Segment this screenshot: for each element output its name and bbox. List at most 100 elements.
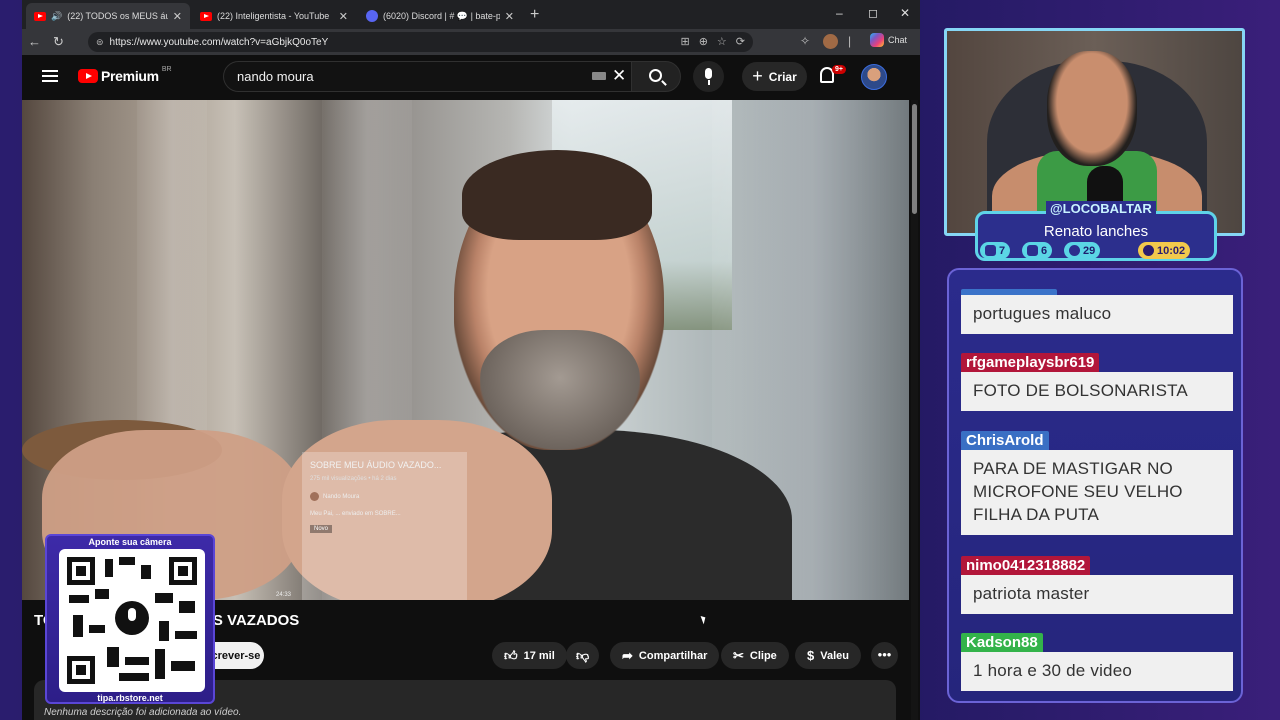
chat-username: nimo0412318882 [961,556,1091,575]
chat-message: nimo0412318882 patriota master [961,556,1233,614]
qr-module [119,557,135,565]
search-value: nando moura [237,69,314,84]
qr-module [89,625,105,633]
tab-title: (6020) Discord | # 💬 | bate-papo [383,10,500,21]
qr-module [179,601,195,613]
apps-icon[interactable]: ⊞ [680,35,689,48]
speaker-icon[interactable]: 🔊 [51,11,62,22]
qr-module [105,559,113,577]
youtube-logo[interactable]: Premium BR [78,65,172,84]
back-icon[interactable]: ← [28,34,41,49]
region-label: BR [161,65,172,73]
uptime: 10:02 [1157,244,1186,257]
close-icon[interactable]: ✕ [505,10,514,23]
thumbs-up-icon: 👍︎ [504,647,518,663]
like-count: 17 mil [523,649,555,662]
tab-youtube-audios[interactable]: 🔊 (22) TODOS os MEUS áudios ✕ [26,3,190,29]
keyboard-icon[interactable] [592,72,606,80]
create-button[interactable]: + Criar [742,62,807,91]
qr-finder [67,557,95,585]
stream-title: Renato lanches [1043,223,1149,240]
clip-button[interactable]: ✂ Clipe [721,642,789,669]
copilot-label: Chat [888,35,908,45]
youtube-icon [1027,245,1038,256]
page-scrollbar[interactable] [911,100,918,720]
clear-search-icon[interactable]: ✕ [612,66,626,86]
close-icon[interactable]: ✕ [339,10,348,23]
account-avatar[interactable] [861,64,887,90]
thanks-button[interactable]: $ Valeu [795,642,861,669]
copilot-icon [870,33,884,47]
chat-message: portugues maluco [961,289,1233,334]
qr-module [171,661,195,671]
chat-text: FOTO DE BOLSONARISTA [961,372,1233,411]
qr-finder [67,656,95,684]
favorite-star-icon[interactable]: ☆ [717,35,727,48]
profile-avatar[interactable] [823,34,838,49]
clock-icon [1143,245,1154,256]
chat-text: 1 hora e 30 de video [961,652,1233,691]
maximize-button[interactable]: ◻ [868,6,878,20]
qr-module [125,657,149,665]
like-button[interactable]: 👍︎ 17 mil [492,642,567,669]
description-text: Nenhuma descrição foi adicionada ao víde… [44,707,242,718]
chat-message: rfgameplaysbr619 FOTO DE BOLSONARISTA [961,353,1233,411]
extensions-icon[interactable]: ⟳ [736,35,745,48]
search-input[interactable]: nando moura [223,61,631,92]
scrollbar-thumb[interactable] [912,104,917,214]
puzzle-icon[interactable]: ✧ [800,34,810,48]
streamer-face [1047,51,1137,166]
close-icon[interactable]: ✕ [173,10,182,23]
overlay-channel-row: Nando Moura [310,492,459,501]
copilot-chat-button[interactable]: Chat [870,33,907,47]
navigation-bar: ← ↻ ⊜ https://www.youtube.com/watch?v=aG… [22,29,920,55]
overlay-meta: 275 mil visualizações • há 2 dias [310,476,397,482]
site-info-icon[interactable]: ⊜ [96,37,104,48]
youtube-count-badge: 6 [1022,242,1053,259]
overlay-snippet: Meu Pai, ... enviado em SOBRE... [310,511,401,517]
search-icon [649,69,662,82]
thumbs-down-icon: 👎︎ [576,647,590,663]
chat-username: ChrisArold [961,431,1049,450]
person-hair [462,150,652,240]
share-icon: ➦ [622,647,633,663]
tab-title: (22) TODOS os MEUS áudios [67,11,168,21]
reload-icon[interactable]: ↻ [53,34,64,50]
share-button[interactable]: ➦ Compartilhar [610,642,720,669]
tab-inteligentista[interactable]: (22) Inteligentista - YouTube ✕ [192,3,356,29]
tab-bar: 🔊 (22) TODOS os MEUS áudios ✕ (22) Intel… [22,0,920,29]
youtube-play-icon [78,69,98,83]
qr-module [107,647,119,667]
video-player[interactable]: SOBRE MEU ÁUDIO VAZADO... 275 mil visual… [22,100,909,600]
chat-count: 7 [999,244,1006,257]
qr-module [155,649,165,679]
plus-icon: + [752,66,763,86]
chat-text: patriota master [961,575,1233,614]
new-tab-button[interactable]: + [530,6,539,24]
person-beard [480,330,640,450]
viewers-count: 29 [1083,244,1096,257]
search-button[interactable] [631,61,681,92]
menu-icon[interactable] [42,70,58,82]
chat-username: rfgameplaysbr619 [961,353,1100,372]
viewers-icon [1069,245,1080,256]
more-actions-button[interactable]: ••• [871,642,898,669]
url-text: https://www.youtube.com/watch?v=aGbjkQ0o… [109,36,329,48]
qr-module [73,615,83,637]
chat-text: PARA DE MASTIGAR NO MICROFONE SEU VELHO … [961,450,1233,535]
channel-avatar [310,492,319,501]
zoom-icon[interactable]: ⊕ [699,35,708,48]
close-window-button[interactable]: ✕ [900,6,910,20]
chat-text: portugues maluco [961,295,1233,334]
qr-module [175,631,197,639]
qr-module [69,595,89,603]
qr-bottom-text: tipa.rbstore.net [97,693,163,703]
youtube-count: 6 [1041,244,1048,257]
qr-code-overlay: Aponte sua câmera tipa.rbstore.net [45,534,215,704]
dislike-button[interactable]: 👎︎ [566,642,600,669]
voice-search-button[interactable] [693,61,724,92]
tab-discord[interactable]: (6020) Discord | # 💬 | bate-papo ✕ [358,3,522,29]
chat-icon [985,245,996,256]
minimize-button[interactable]: – [836,6,843,20]
address-bar[interactable]: ⊜ https://www.youtube.com/watch?v=aGbjkQ… [88,32,753,52]
